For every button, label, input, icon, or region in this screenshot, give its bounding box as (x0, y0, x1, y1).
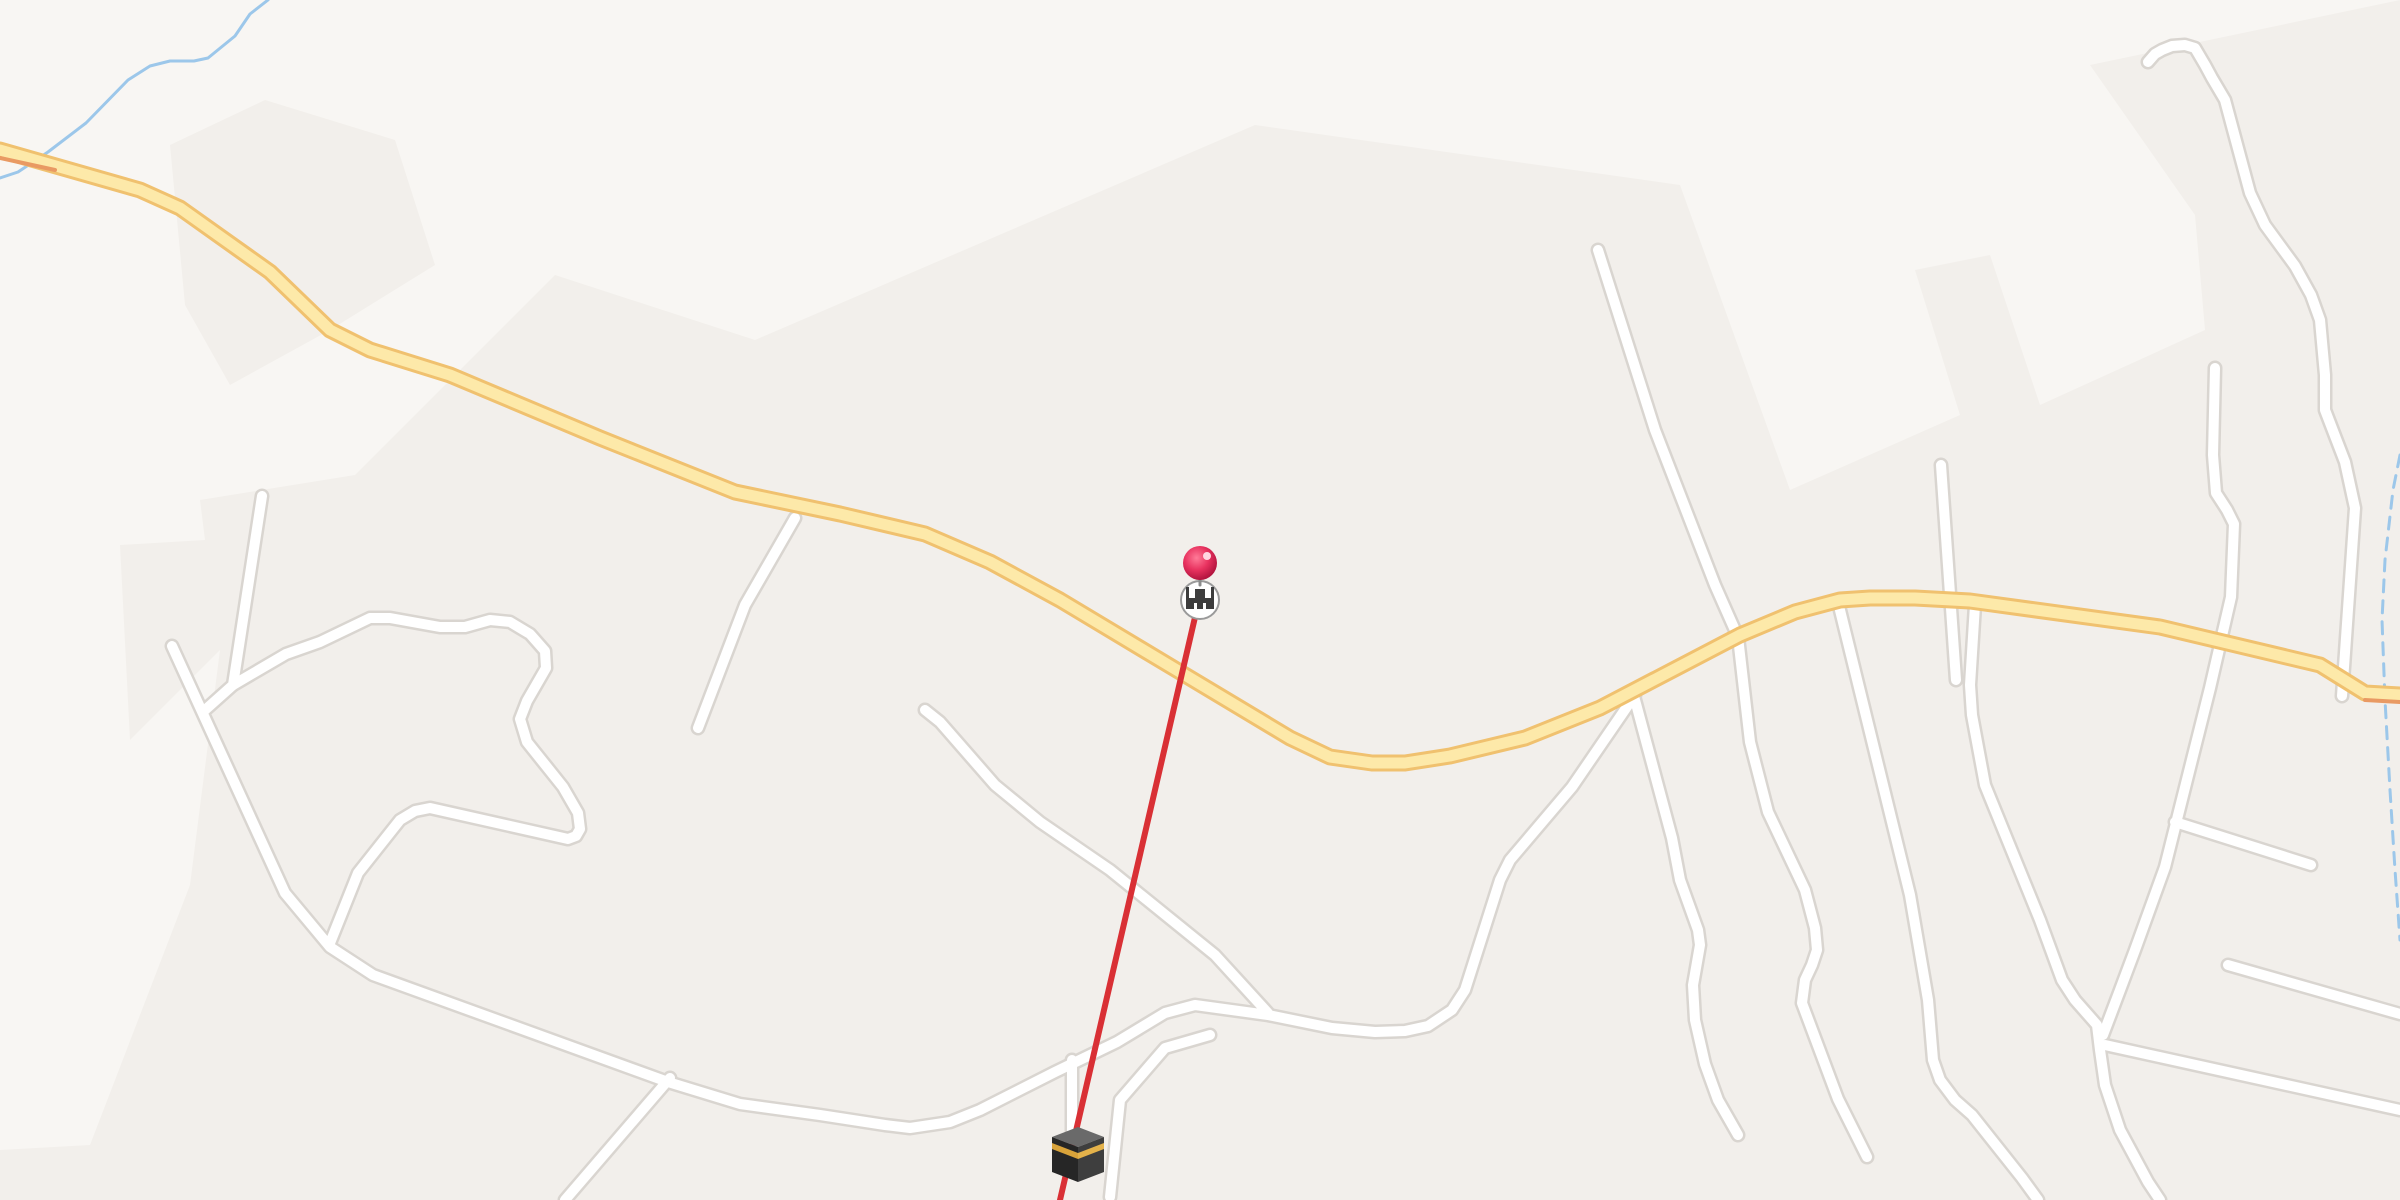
highway-edge-east (2363, 698, 2400, 704)
mosque-icon[interactable] (1180, 580, 1220, 620)
map-canvas[interactable] (0, 0, 2400, 1200)
kaaba-icon[interactable] (1052, 1127, 1104, 1182)
